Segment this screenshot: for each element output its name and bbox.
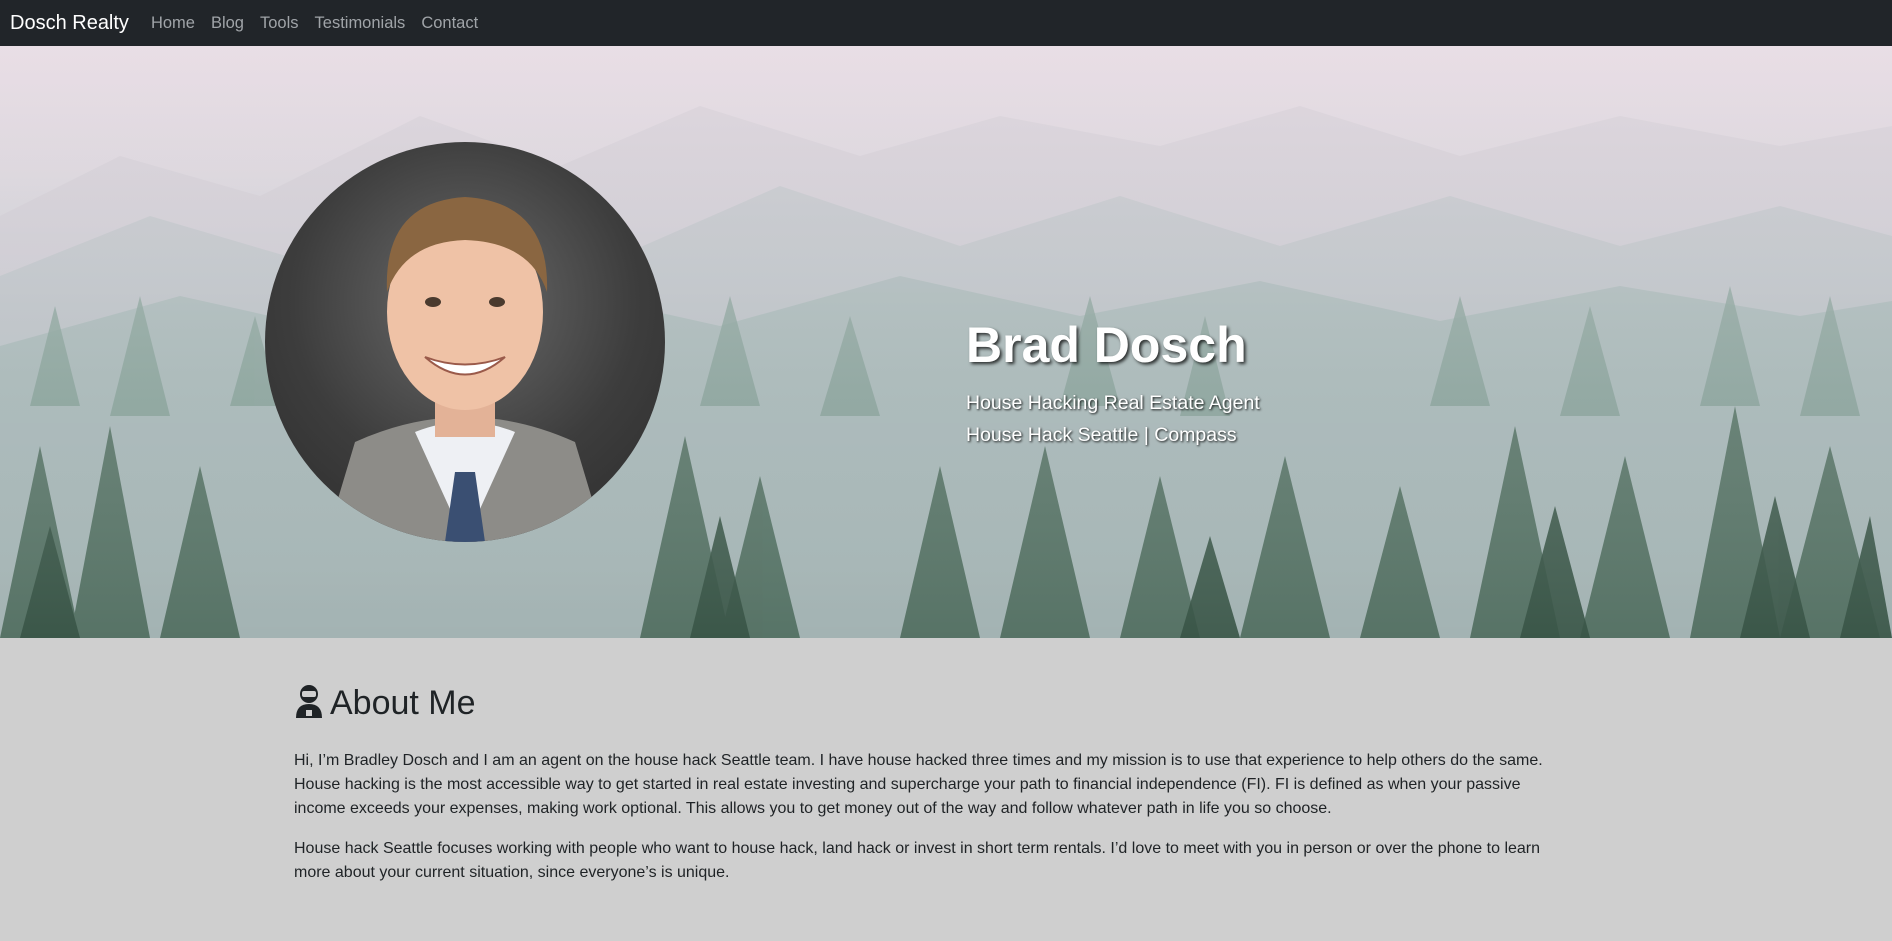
hero-banner: Brad Dosch House Hacking Real Estate Age…	[0, 46, 1892, 638]
nav-link-tools[interactable]: Tools	[260, 14, 299, 33]
about-section: About Me Hi, I’m Bradley Dosch and I am …	[294, 684, 1574, 901]
profile-photo	[265, 142, 665, 542]
about-paragraph: Hi, I’m Bradley Dosch and I am an agent …	[294, 752, 1543, 817]
about-paragraph: House hack Seattle focuses working with …	[294, 840, 1541, 881]
navbar: Dosch Realty Home Blog Tools Testimonial…	[0, 0, 1892, 46]
nav-link-contact[interactable]: Contact	[421, 14, 478, 33]
person-icon	[294, 684, 324, 723]
nav-link-home[interactable]: Home	[151, 14, 195, 33]
hero-subtitle-role: House Hacking Real Estate Agent	[966, 392, 1260, 414]
about-title: About Me	[330, 684, 476, 722]
nav-link-testimonials[interactable]: Testimonials	[315, 14, 406, 33]
about-heading: About Me	[294, 684, 1574, 723]
nav-link-blog[interactable]: Blog	[211, 14, 244, 33]
hero-name: Brad Dosch	[966, 317, 1247, 373]
brand-link[interactable]: Dosch Realty	[10, 12, 129, 35]
hero-text: Brad Dosch House Hacking Real Estate Age…	[966, 318, 1260, 451]
hero-subtitle-company: House Hack Seattle | Compass	[966, 424, 1237, 446]
